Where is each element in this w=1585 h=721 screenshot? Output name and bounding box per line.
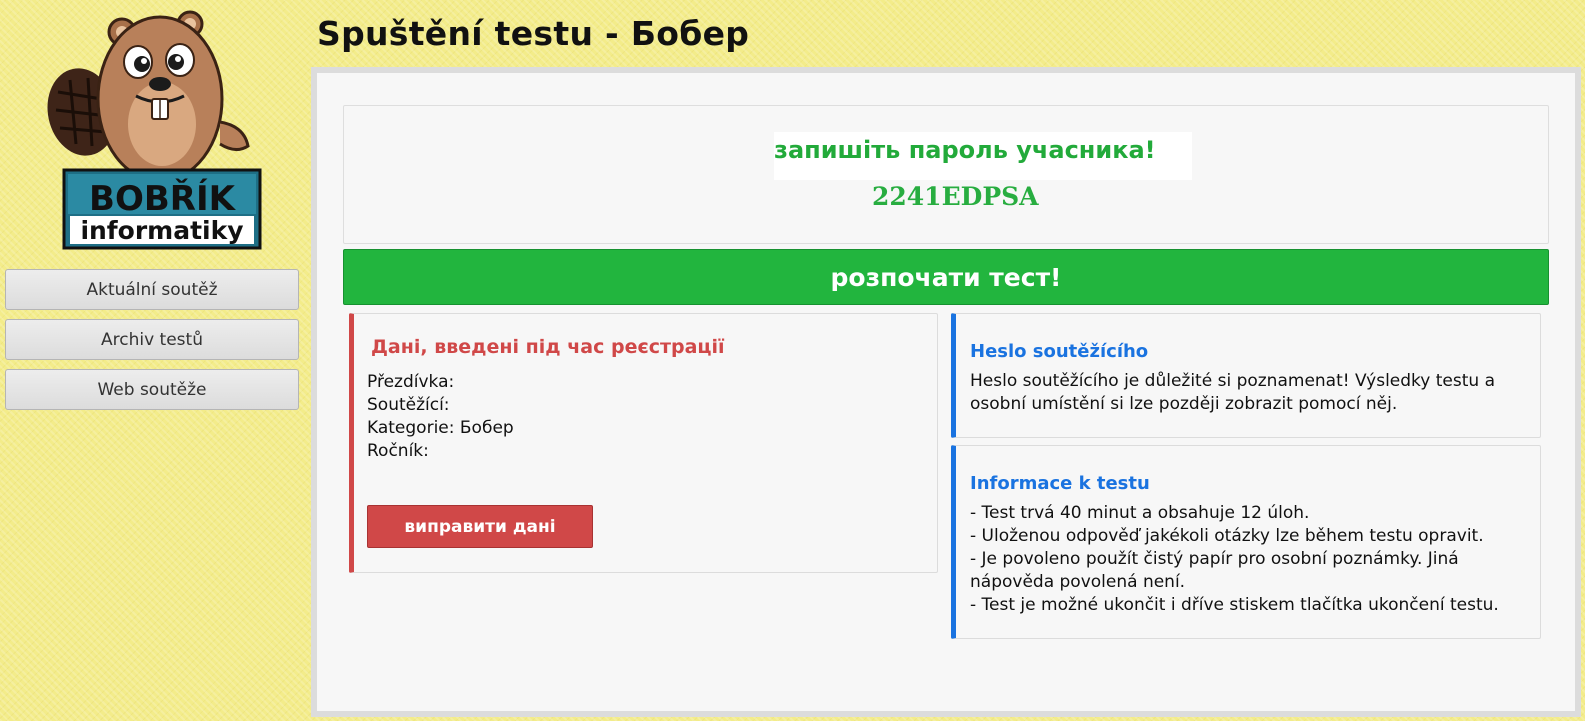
registration-field-grade: Ročník: [367, 440, 514, 463]
password-info-card: Heslo soutěžícího Heslo soutěžícího je d… [951, 313, 1541, 438]
nav-contest-web-button[interactable]: Web soutěže [5, 369, 299, 410]
beaver-mascot-icon: BOBŘÍK informatiky [47, 10, 262, 250]
test-info-line: - Uloženou odpověď jakékoli otázky lze b… [970, 526, 1484, 546]
registration-title: Дані, введені під час реєстрації [371, 336, 725, 358]
field-label: Soutěžící: [367, 395, 450, 415]
password-label: запишіть пароль учасника! [774, 136, 1156, 164]
nav-test-archive-button[interactable]: Archiv testů [5, 319, 299, 360]
registration-card: Дані, введені під час реєстрації Přezdív… [349, 313, 938, 573]
test-info-line: - Test trvá 40 minut a obsahuje 12 úloh. [970, 503, 1310, 523]
nav-current-contest-button[interactable]: Aktuální soutěž [5, 269, 299, 310]
password-panel: запишіть пароль учасника! 2241EDPSA [343, 105, 1549, 244]
field-value: Бобер [459, 418, 514, 438]
registration-fields: Přezdívka: Soutěžící: Kategorie: Бобер R… [367, 371, 514, 463]
page-title: Spuštění testu - Бобер [317, 14, 750, 53]
logo-title: BOBŘÍK [89, 178, 237, 219]
main-frame: запишіть пароль учасника! 2241EDPSA розп… [311, 67, 1581, 717]
logo-subtitle: informatiky [80, 216, 243, 245]
password-label-box: запишіть пароль учасника! [774, 132, 1192, 180]
test-info-line: - Test je možné ukončit i dříve stiskem … [970, 595, 1499, 615]
field-label: Přezdívka: [367, 372, 455, 392]
sidebar-nav: Aktuální soutěž Archiv testů Web soutěže [5, 269, 299, 419]
bobrik-logo[interactable]: BOBŘÍK informatiky [30, 4, 270, 254]
sidebar: BOBŘÍK informatiky Aktuální soutěž Archi… [0, 0, 305, 721]
test-info-card: Informace k testu - Test trvá 40 minut a… [951, 445, 1541, 639]
field-label: Ročník: [367, 441, 429, 461]
registration-field-category: Kategorie: Бобер [367, 417, 514, 440]
registration-field-contestant: Soutěžící: [367, 394, 514, 417]
registration-field-nickname: Přezdívka: [367, 371, 514, 394]
test-info-line: - Je povoleno použít čistý papír pro oso… [970, 549, 1459, 592]
test-info-list: - Test trvá 40 minut a obsahuje 12 úloh.… [970, 502, 1530, 617]
password-info-title: Heslo soutěžícího [970, 341, 1149, 362]
start-test-button[interactable]: розпочати тест! [343, 249, 1549, 305]
edit-data-button[interactable]: виправити дані [367, 505, 593, 548]
field-label: Kategorie: [367, 418, 455, 438]
password-value: 2241EDPSA [872, 182, 1039, 211]
password-info-text: Heslo soutěžícího je důležité si pozname… [970, 371, 1495, 414]
main-content: запишіть пароль учасника! 2241EDPSA розп… [317, 73, 1575, 711]
test-info-title: Informace k testu [970, 473, 1150, 494]
